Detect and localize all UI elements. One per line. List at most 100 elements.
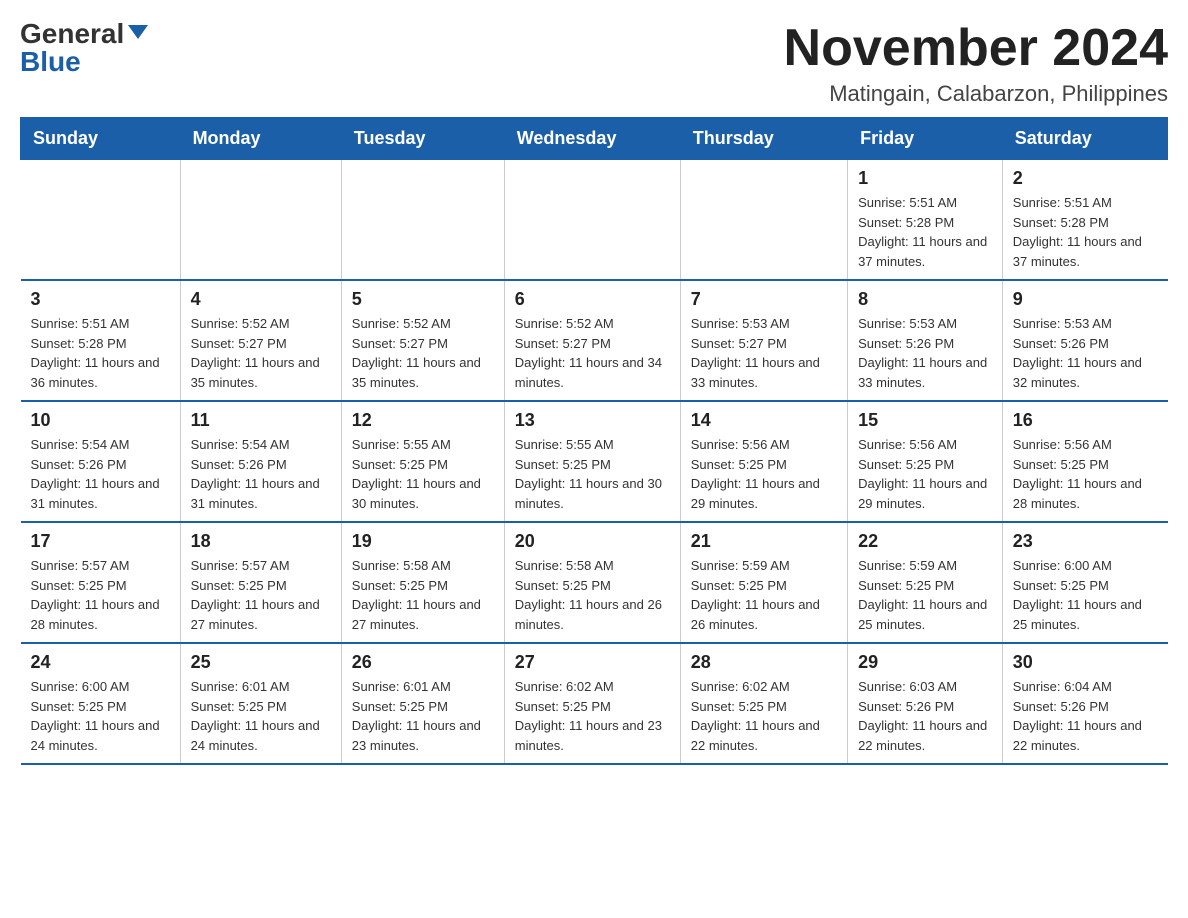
day-info: Sunrise: 6:01 AMSunset: 5:25 PMDaylight:… bbox=[352, 677, 494, 755]
day-info: Sunrise: 5:58 AMSunset: 5:25 PMDaylight:… bbox=[515, 556, 670, 634]
day-number: 3 bbox=[31, 289, 170, 310]
day-number: 8 bbox=[858, 289, 992, 310]
day-number: 21 bbox=[691, 531, 837, 552]
day-info: Sunrise: 5:53 AMSunset: 5:27 PMDaylight:… bbox=[691, 314, 837, 392]
calendar-cell: 6 Sunrise: 5:52 AMSunset: 5:27 PMDaylight… bbox=[504, 280, 680, 401]
calendar-cell: 5 Sunrise: 5:52 AMSunset: 5:27 PMDaylight… bbox=[341, 280, 504, 401]
calendar-cell: 11 Sunrise: 5:54 AMSunset: 5:26 PMDayligh… bbox=[180, 401, 341, 522]
main-title: November 2024 bbox=[784, 20, 1168, 77]
day-info: Sunrise: 6:03 AMSunset: 5:26 PMDaylight:… bbox=[858, 677, 992, 755]
day-number: 14 bbox=[691, 410, 837, 431]
day-info: Sunrise: 5:52 AMSunset: 5:27 PMDaylight:… bbox=[352, 314, 494, 392]
day-info: Sunrise: 5:53 AMSunset: 5:26 PMDaylight:… bbox=[858, 314, 992, 392]
day-info: Sunrise: 5:51 AMSunset: 5:28 PMDaylight:… bbox=[858, 193, 992, 271]
day-info: Sunrise: 5:58 AMSunset: 5:25 PMDaylight:… bbox=[352, 556, 494, 634]
subtitle: Matingain, Calabarzon, Philippines bbox=[784, 81, 1168, 107]
day-info: Sunrise: 6:01 AMSunset: 5:25 PMDaylight:… bbox=[191, 677, 331, 755]
week-row-4: 17 Sunrise: 5:57 AMSunset: 5:25 PMDayligh… bbox=[21, 522, 1168, 643]
day-number: 10 bbox=[31, 410, 170, 431]
day-info: Sunrise: 5:57 AMSunset: 5:25 PMDaylight:… bbox=[31, 556, 170, 634]
calendar-cell: 4Sunrise: 5:52 AMSunset: 5:27 PMDaylight… bbox=[180, 280, 341, 401]
calendar-cell: 28 Sunrise: 6:02 AMSunset: 5:25 PMDayligh… bbox=[680, 643, 847, 764]
day-number: 30 bbox=[1013, 652, 1158, 673]
header-cell-saturday: Saturday bbox=[1002, 118, 1167, 160]
day-number: 20 bbox=[515, 531, 670, 552]
header-cell-thursday: Thursday bbox=[680, 118, 847, 160]
day-info: Sunrise: 5:54 AMSunset: 5:26 PMDaylight:… bbox=[191, 435, 331, 513]
title-block: November 2024 Matingain, Calabarzon, Phi… bbox=[784, 20, 1168, 107]
calendar-cell: 8 Sunrise: 5:53 AMSunset: 5:26 PMDaylight… bbox=[848, 280, 1003, 401]
day-info: Sunrise: 5:51 AMSunset: 5:28 PMDaylight:… bbox=[31, 314, 170, 392]
calendar-cell: 17 Sunrise: 5:57 AMSunset: 5:25 PMDayligh… bbox=[21, 522, 181, 643]
calendar-cell: 12 Sunrise: 5:55 AMSunset: 5:25 PMDayligh… bbox=[341, 401, 504, 522]
day-info: Sunrise: 5:52 AMSunset: 5:27 PMDaylight:… bbox=[515, 314, 670, 392]
day-number: 9 bbox=[1013, 289, 1158, 310]
calendar-cell: 29 Sunrise: 6:03 AMSunset: 5:26 PMDayligh… bbox=[848, 643, 1003, 764]
calendar-cell: 30 Sunrise: 6:04 AMSunset: 5:26 PMDayligh… bbox=[1002, 643, 1167, 764]
day-info: Sunrise: 5:55 AMSunset: 5:25 PMDaylight:… bbox=[352, 435, 494, 513]
calendar-cell: 2Sunrise: 5:51 AMSunset: 5:28 PMDaylight… bbox=[1002, 160, 1167, 281]
day-info: Sunrise: 6:02 AMSunset: 5:25 PMDaylight:… bbox=[691, 677, 837, 755]
day-info: Sunrise: 6:00 AMSunset: 5:25 PMDaylight:… bbox=[31, 677, 170, 755]
day-info: Sunrise: 5:56 AMSunset: 5:25 PMDaylight:… bbox=[1013, 435, 1158, 513]
day-number: 11 bbox=[191, 410, 331, 431]
calendar-cell: 21 Sunrise: 5:59 AMSunset: 5:25 PMDayligh… bbox=[680, 522, 847, 643]
header-cell-wednesday: Wednesday bbox=[504, 118, 680, 160]
calendar-cell bbox=[504, 160, 680, 281]
logo-blue-text: Blue bbox=[20, 48, 81, 76]
header-cell-friday: Friday bbox=[848, 118, 1003, 160]
week-row-5: 24Sunrise: 6:00 AMSunset: 5:25 PMDayligh… bbox=[21, 643, 1168, 764]
calendar-cell bbox=[180, 160, 341, 281]
day-number: 16 bbox=[1013, 410, 1158, 431]
day-info: Sunrise: 5:55 AMSunset: 5:25 PMDaylight:… bbox=[515, 435, 670, 513]
day-number: 22 bbox=[858, 531, 992, 552]
day-info: Sunrise: 5:59 AMSunset: 5:25 PMDaylight:… bbox=[691, 556, 837, 634]
calendar-cell: 24Sunrise: 6:00 AMSunset: 5:25 PMDayligh… bbox=[21, 643, 181, 764]
day-number: 28 bbox=[691, 652, 837, 673]
day-number: 13 bbox=[515, 410, 670, 431]
day-number: 18 bbox=[191, 531, 331, 552]
day-number: 4 bbox=[191, 289, 331, 310]
calendar-cell: 26Sunrise: 6:01 AMSunset: 5:25 PMDayligh… bbox=[341, 643, 504, 764]
day-info: Sunrise: 5:57 AMSunset: 5:25 PMDaylight:… bbox=[191, 556, 331, 634]
day-info: Sunrise: 5:59 AMSunset: 5:25 PMDaylight:… bbox=[858, 556, 992, 634]
calendar-cell: 18 Sunrise: 5:57 AMSunset: 5:25 PMDayligh… bbox=[180, 522, 341, 643]
calendar-cell: 16 Sunrise: 5:56 AMSunset: 5:25 PMDayligh… bbox=[1002, 401, 1167, 522]
calendar-cell bbox=[680, 160, 847, 281]
day-number: 7 bbox=[691, 289, 837, 310]
day-number: 12 bbox=[352, 410, 494, 431]
day-info: Sunrise: 6:04 AMSunset: 5:26 PMDaylight:… bbox=[1013, 677, 1158, 755]
calendar-cell: 25 Sunrise: 6:01 AMSunset: 5:25 PMDayligh… bbox=[180, 643, 341, 764]
day-number: 6 bbox=[515, 289, 670, 310]
day-info: Sunrise: 5:53 AMSunset: 5:26 PMDaylight:… bbox=[1013, 314, 1158, 392]
calendar-cell bbox=[21, 160, 181, 281]
header-cell-sunday: Sunday bbox=[21, 118, 181, 160]
week-row-2: 3 Sunrise: 5:51 AMSunset: 5:28 PMDaylight… bbox=[21, 280, 1168, 401]
day-number: 29 bbox=[858, 652, 992, 673]
day-info: Sunrise: 6:02 AMSunset: 5:25 PMDaylight:… bbox=[515, 677, 670, 755]
calendar-cell: 15 Sunrise: 5:56 AMSunset: 5:25 PMDayligh… bbox=[848, 401, 1003, 522]
day-number: 25 bbox=[191, 652, 331, 673]
logo: General Blue bbox=[20, 20, 148, 76]
calendar-cell: 19 Sunrise: 5:58 AMSunset: 5:25 PMDayligh… bbox=[341, 522, 504, 643]
calendar-cell: 20 Sunrise: 5:58 AMSunset: 5:25 PMDayligh… bbox=[504, 522, 680, 643]
day-number: 5 bbox=[352, 289, 494, 310]
calendar-cell: 14Sunrise: 5:56 AMSunset: 5:25 PMDayligh… bbox=[680, 401, 847, 522]
day-number: 17 bbox=[31, 531, 170, 552]
day-number: 1 bbox=[858, 168, 992, 189]
calendar-cell: 13 Sunrise: 5:55 AMSunset: 5:25 PMDayligh… bbox=[504, 401, 680, 522]
header-cell-tuesday: Tuesday bbox=[341, 118, 504, 160]
calendar-table: SundayMondayTuesdayWednesdayThursdayFrid… bbox=[20, 117, 1168, 765]
day-info: Sunrise: 6:00 AMSunset: 5:25 PMDaylight:… bbox=[1013, 556, 1158, 634]
header-cell-monday: Monday bbox=[180, 118, 341, 160]
calendar-cell: 23Sunrise: 6:00 AMSunset: 5:25 PMDayligh… bbox=[1002, 522, 1167, 643]
logo-triangle-icon bbox=[128, 25, 148, 39]
day-info: Sunrise: 5:56 AMSunset: 5:25 PMDaylight:… bbox=[858, 435, 992, 513]
page-header: General Blue November 2024 Matingain, Ca… bbox=[20, 20, 1168, 107]
calendar-cell: 1 Sunrise: 5:51 AMSunset: 5:28 PMDaylight… bbox=[848, 160, 1003, 281]
calendar-body: 1 Sunrise: 5:51 AMSunset: 5:28 PMDaylight… bbox=[21, 160, 1168, 765]
calendar-header: SundayMondayTuesdayWednesdayThursdayFrid… bbox=[21, 118, 1168, 160]
day-number: 15 bbox=[858, 410, 992, 431]
day-info: Sunrise: 5:51 AMSunset: 5:28 PMDaylight:… bbox=[1013, 193, 1158, 271]
day-number: 19 bbox=[352, 531, 494, 552]
